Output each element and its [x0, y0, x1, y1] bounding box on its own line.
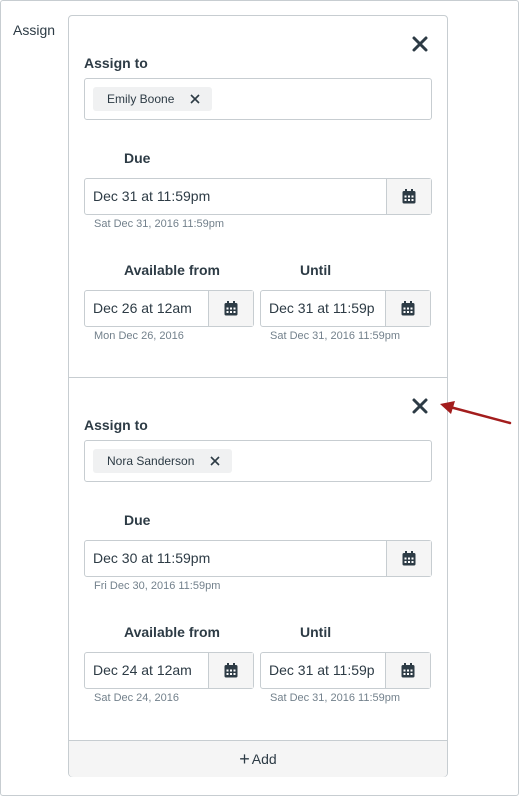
available-from-calendar-button[interactable]: [208, 653, 253, 688]
until-hint: Sat Dec 31, 2016 11:59pm: [270, 330, 401, 342]
until-field: Dec 31 at 11:59p: [260, 652, 431, 689]
due-date-input[interactable]: Dec 30 at 11:59pm: [85, 541, 386, 576]
close-icon: [190, 94, 200, 104]
remove-card-button[interactable]: [411, 397, 429, 415]
assign-card: Assign to Emily Boone Due Dec 31 at 11:5…: [69, 16, 447, 378]
until-input[interactable]: Dec 31 at 11:59p: [261, 653, 385, 688]
available-from-label: Available from: [124, 624, 220, 640]
assign-card-group: Assign to Emily Boone Due Dec 31 at 11:5…: [68, 15, 448, 777]
calendar-icon: [224, 301, 238, 316]
assign-label: Assign: [13, 22, 56, 38]
available-from-field: Dec 24 at 12am: [84, 652, 254, 689]
available-from-input[interactable]: Dec 24 at 12am: [85, 653, 208, 688]
assign-to-input[interactable]: Nora Sanderson: [84, 440, 432, 482]
assign-to-label: Assign to: [84, 55, 148, 71]
due-calendar-button[interactable]: [386, 541, 431, 576]
due-date-hint: Fri Dec 30, 2016 11:59pm: [94, 580, 221, 592]
calendar-icon: [402, 551, 416, 566]
assignee-token: Emily Boone: [93, 87, 213, 111]
until-calendar-button[interactable]: [385, 653, 430, 688]
until-calendar-button[interactable]: [385, 291, 430, 326]
available-from-calendar-button[interactable]: [208, 291, 253, 326]
until-label: Until: [300, 262, 332, 278]
assign-to-input[interactable]: Emily Boone: [84, 78, 432, 120]
assign-card: Assign to Nora Sanderson Due Dec 30 at 1…: [69, 378, 447, 740]
calendar-icon: [402, 189, 416, 204]
available-from-hint: Sat Dec 24, 2016: [94, 692, 180, 704]
annotation-arrow-icon: [440, 401, 512, 425]
add-label: Add: [251, 751, 277, 767]
until-label: Until: [300, 624, 332, 640]
remove-assignee-button[interactable]: [190, 94, 200, 104]
due-date-field: Dec 31 at 11:59pm: [84, 178, 432, 215]
close-icon: [412, 398, 428, 414]
available-from-field: Dec 26 at 12am: [84, 290, 254, 327]
close-icon: [412, 36, 428, 52]
assignee-name: Nora Sanderson: [107, 454, 195, 468]
calendar-icon: [401, 301, 415, 316]
assign-to-label: Assign to: [84, 417, 148, 433]
available-from-label: Available from: [124, 262, 220, 278]
assignee-token: Nora Sanderson: [93, 449, 233, 473]
due-date-field: Dec 30 at 11:59pm: [84, 540, 432, 577]
remove-assignee-button[interactable]: [210, 456, 220, 466]
due-label: Due: [124, 150, 151, 166]
calendar-icon: [224, 663, 238, 678]
until-input[interactable]: Dec 31 at 11:59p: [261, 291, 385, 326]
due-date-input[interactable]: Dec 31 at 11:59pm: [85, 179, 386, 214]
available-from-hint: Mon Dec 26, 2016: [94, 330, 184, 342]
until-hint: Sat Dec 31, 2016 11:59pm: [270, 692, 401, 704]
plus-icon: +: [239, 749, 250, 769]
remove-card-button[interactable]: [411, 35, 429, 53]
due-label: Due: [124, 512, 151, 528]
add-assignment-button[interactable]: + Add: [69, 740, 447, 777]
close-icon: [210, 456, 220, 466]
due-date-hint: Sat Dec 31, 2016 11:59pm: [94, 218, 225, 230]
calendar-icon: [401, 663, 415, 678]
until-field: Dec 31 at 11:59p: [260, 290, 431, 327]
assignee-name: Emily Boone: [107, 92, 175, 106]
available-from-input[interactable]: Dec 26 at 12am: [85, 291, 208, 326]
due-calendar-button[interactable]: [386, 179, 431, 214]
